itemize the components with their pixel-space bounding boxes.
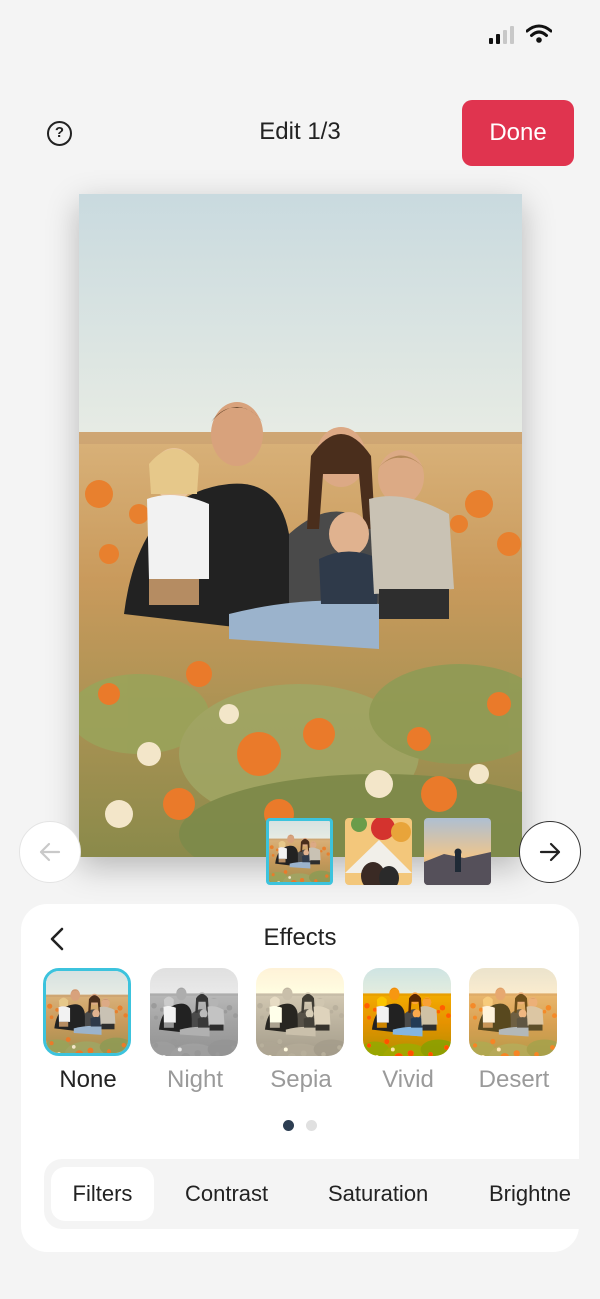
tab-filters[interactable]: Filters [51, 1167, 154, 1221]
arrow-left-icon [39, 842, 61, 862]
effect-label: Desert [478, 1066, 550, 1093]
effects-panel: Effects None Night Sepia Vivid Desert Fi… [21, 904, 579, 1252]
tab-brightness[interactable]: Brightne [489, 1167, 571, 1221]
effect-sepia[interactable]: Sepia [256, 968, 346, 1093]
previous-photo-button[interactable] [19, 821, 81, 883]
adjustment-tabs: Filters Contrast Saturation Brightne [44, 1159, 579, 1229]
page-indicator [21, 1120, 579, 1131]
effects-carousel: None Night Sepia Vivid Desert [43, 968, 579, 1098]
effects-title: Effects [263, 924, 337, 951]
tab-saturation[interactable]: Saturation [328, 1167, 428, 1221]
cellular-signal-icon [489, 24, 514, 44]
effect-label: Night [166, 1066, 224, 1093]
tab-contrast[interactable]: Contrast [185, 1167, 268, 1221]
effect-vivid[interactable]: Vivid [363, 968, 453, 1093]
wifi-icon [526, 24, 552, 43]
thumbnail-family[interactable] [266, 818, 333, 885]
done-button[interactable]: Done [462, 100, 574, 166]
effect-night[interactable]: Night [150, 968, 240, 1093]
page-dot[interactable] [306, 1120, 317, 1131]
effect-label: None [59, 1066, 117, 1093]
header: ? Edit 1/3 Done [0, 100, 600, 166]
effect-label: Sepia [270, 1066, 332, 1093]
effect-desert[interactable]: Desert [469, 968, 559, 1093]
next-photo-button[interactable] [519, 821, 581, 883]
effect-none[interactable]: None [43, 968, 133, 1093]
status-bar [489, 24, 552, 44]
family-photo [79, 194, 522, 857]
photo-preview [79, 194, 522, 857]
arrow-right-icon [539, 842, 561, 862]
thumbnail-sunset[interactable] [424, 818, 491, 885]
effect-label: Vivid [382, 1066, 434, 1093]
photo-thumbnails [266, 818, 491, 885]
thumbnail-balloons[interactable] [345, 818, 412, 885]
page-dot-active[interactable] [283, 1120, 294, 1131]
